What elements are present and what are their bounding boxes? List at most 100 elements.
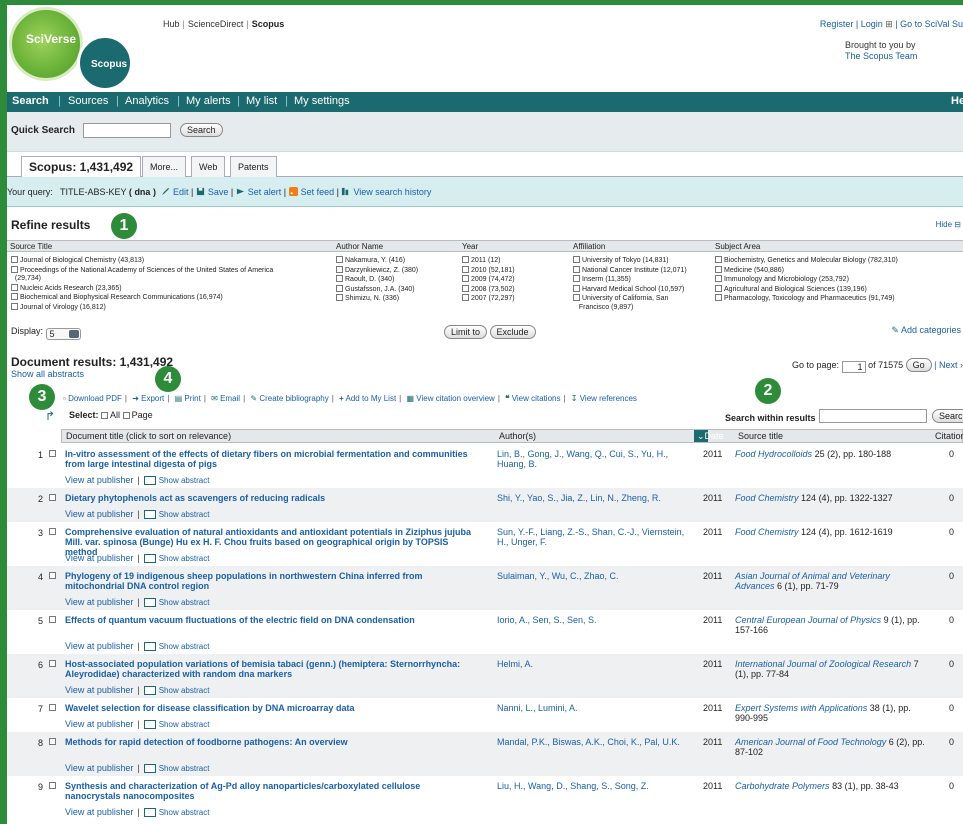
- email-link[interactable]: Email: [220, 394, 240, 403]
- authors-link[interactable]: Nanni, L., Lumini, A.: [497, 703, 697, 713]
- facet-item[interactable]: National Cancer Institute (12,071): [573, 265, 687, 276]
- sciverse-logo[interactable]: SciVerse: [9, 7, 83, 81]
- authors-link[interactable]: Iorio, A., Sen, S., Sen, S.: [497, 615, 697, 625]
- print-link[interactable]: Print: [184, 394, 200, 403]
- view-publisher-link[interactable]: View at publisher: [65, 475, 133, 485]
- quick-search-button[interactable]: Search: [180, 123, 223, 137]
- register-link[interactable]: Register: [820, 19, 854, 29]
- view-publisher-link[interactable]: View at publisher: [65, 719, 133, 729]
- quick-search-input[interactable]: [83, 123, 171, 138]
- within-results-button[interactable]: Search: [932, 409, 963, 423]
- scopus-team-link[interactable]: The Scopus Team: [845, 51, 917, 62]
- show-abstract-link[interactable]: Show abstract: [159, 686, 210, 695]
- facet-item[interactable]: 2010 (52,181): [462, 265, 515, 276]
- facet-item[interactable]: Raoult, D. (340): [336, 275, 418, 285]
- facet-item[interactable]: University of California, San: [573, 294, 687, 304]
- show-abstract-link[interactable]: Show abstract: [159, 598, 210, 607]
- nav-sources[interactable]: Sources: [68, 95, 108, 107]
- col-document-title[interactable]: Document title (click to sort on relevan…: [66, 431, 231, 441]
- nav-my-alerts[interactable]: My alerts: [186, 95, 231, 107]
- tab-scopus[interactable]: Scopus: 1,431,492: [21, 156, 142, 178]
- show-abstract-link[interactable]: Show abstract: [159, 764, 210, 773]
- col-citations[interactable]: Citations: [935, 431, 963, 441]
- scopus-logo[interactable]: Scopus: [77, 35, 133, 91]
- document-title-link[interactable]: Effects of quantum vacuum fluctuations o…: [65, 615, 475, 625]
- go-button[interactable]: Go: [905, 358, 932, 372]
- citation-overview-link[interactable]: View citation overview: [416, 394, 495, 403]
- row-checkbox[interactable]: [49, 782, 56, 789]
- authors-link[interactable]: Sun, Y.-F., Liang, Z.-S., Shan, C.-J., V…: [497, 527, 697, 547]
- show-abstract-link[interactable]: Show abstract: [159, 510, 210, 519]
- authors-link[interactable]: Lin, B., Gong, J., Wang, Q., Cui, S., Yu…: [497, 449, 697, 469]
- create-bibliography-link[interactable]: Create bibliography: [259, 394, 328, 403]
- col-authors[interactable]: Author(s): [499, 431, 536, 441]
- tab-more[interactable]: More...: [142, 156, 187, 178]
- nav-help[interactable]: He: [951, 95, 963, 107]
- authors-link[interactable]: Sulaiman, Y., Wu, C., Zhao, C.: [497, 571, 697, 581]
- show-abstract-link[interactable]: Show abstract: [159, 720, 210, 729]
- sciencedirect-link[interactable]: ScienceDirect: [188, 19, 244, 29]
- source-title-link[interactable]: Food Chemistry: [735, 493, 799, 503]
- facet-item[interactable]: Nakamura, Y. (416): [336, 256, 418, 266]
- nav-search[interactable]: Search: [12, 95, 49, 107]
- source-title-link[interactable]: International Journal of Zoological Rese…: [735, 659, 911, 669]
- display-select[interactable]: 5: [45, 328, 81, 340]
- facet-item[interactable]: Harvard Medical School (10,597): [573, 284, 687, 295]
- exclude-button[interactable]: Exclude: [489, 325, 536, 339]
- limit-to-button[interactable]: Limit to: [444, 325, 488, 339]
- nav-my-list[interactable]: My list: [246, 95, 277, 107]
- row-checkbox[interactable]: [49, 572, 56, 579]
- tab-web[interactable]: Web: [191, 156, 226, 178]
- show-abstract-link[interactable]: Show abstract: [159, 476, 210, 485]
- facet-item[interactable]: 2011 (12): [462, 256, 515, 266]
- authors-link[interactable]: Shi, Y., Yao, S., Jia, Z., Lin, N., Zhen…: [497, 493, 697, 503]
- source-title-link[interactable]: Central European Journal of Physics: [735, 615, 881, 625]
- facet-item[interactable]: Journal of Biological Chemistry (43,813): [11, 256, 273, 266]
- nav-analytics[interactable]: Analytics: [125, 95, 169, 107]
- view-publisher-link[interactable]: View at publisher: [65, 597, 133, 607]
- facet-item[interactable]: Immunology and Microbiology (253,792): [715, 275, 898, 285]
- facet-item[interactable]: Gustafsson, J.A. (340): [336, 284, 418, 295]
- add-to-list-link[interactable]: Add to My List: [345, 394, 396, 403]
- select-page-checkbox[interactable]: [122, 412, 130, 419]
- view-publisher-link[interactable]: View at publisher: [65, 685, 133, 695]
- facet-item[interactable]: 2008 (73,502): [462, 284, 515, 295]
- row-checkbox[interactable]: [49, 450, 56, 457]
- view-publisher-link[interactable]: View at publisher: [65, 763, 133, 773]
- facet-item[interactable]: Biochemical and Biophysical Research Com…: [11, 293, 273, 303]
- facet-item[interactable]: Proceedings of the National Academy of S…: [11, 265, 273, 276]
- set-alert-link[interactable]: Set alert: [248, 187, 282, 197]
- page-input[interactable]: 1: [841, 361, 866, 373]
- facet-item[interactable]: Journal of Virology (16,812): [11, 302, 273, 313]
- nav-my-settings[interactable]: My settings: [294, 95, 350, 107]
- facet-item[interactable]: Pharmacology, Toxicology and Pharmaceuti…: [715, 294, 898, 304]
- facet-item[interactable]: Shimizu, N. (336): [336, 294, 418, 304]
- download-pdf-link[interactable]: Download PDF: [68, 394, 122, 403]
- export-link[interactable]: Export: [141, 394, 164, 403]
- source-title-link[interactable]: Expert Systems with Applications: [735, 703, 867, 713]
- set-feed-link[interactable]: Set feed: [301, 187, 335, 197]
- view-publisher-link[interactable]: View at publisher: [65, 553, 133, 563]
- source-title-link[interactable]: American Journal of Food Technology: [735, 737, 886, 747]
- edit-link[interactable]: Edit: [173, 187, 189, 197]
- document-title-link[interactable]: Dietary phytophenols act as scavengers o…: [65, 493, 475, 503]
- view-publisher-link[interactable]: View at publisher: [65, 807, 133, 817]
- col-source-title[interactable]: Source title: [738, 431, 783, 441]
- facet-item[interactable]: Biochemistry, Genetics and Molecular Bio…: [715, 256, 898, 266]
- tab-patents[interactable]: Patents: [230, 156, 277, 178]
- show-abstract-link[interactable]: Show abstract: [159, 554, 210, 563]
- view-references-link[interactable]: View references: [580, 394, 637, 403]
- search-history-link[interactable]: View search history: [353, 187, 431, 197]
- view-publisher-link[interactable]: View at publisher: [65, 509, 133, 519]
- login-link[interactable]: Login: [861, 19, 883, 29]
- facet-item[interactable]: Medicine (540,886): [715, 265, 898, 276]
- show-abstract-link[interactable]: Show abstract: [159, 642, 210, 651]
- facet-item[interactable]: Inserm (11,355): [573, 275, 687, 285]
- show-abstract-link[interactable]: Show abstract: [159, 808, 210, 817]
- row-checkbox[interactable]: [49, 660, 56, 667]
- row-checkbox[interactable]: [49, 528, 56, 535]
- document-title-link[interactable]: Host-associated population variations of…: [65, 659, 475, 679]
- within-results-input[interactable]: [819, 409, 927, 423]
- document-title-link[interactable]: Synthesis and characterization of Ag-Pd …: [65, 781, 475, 801]
- document-title-link[interactable]: In-vitro assessment of the effects of di…: [65, 449, 475, 469]
